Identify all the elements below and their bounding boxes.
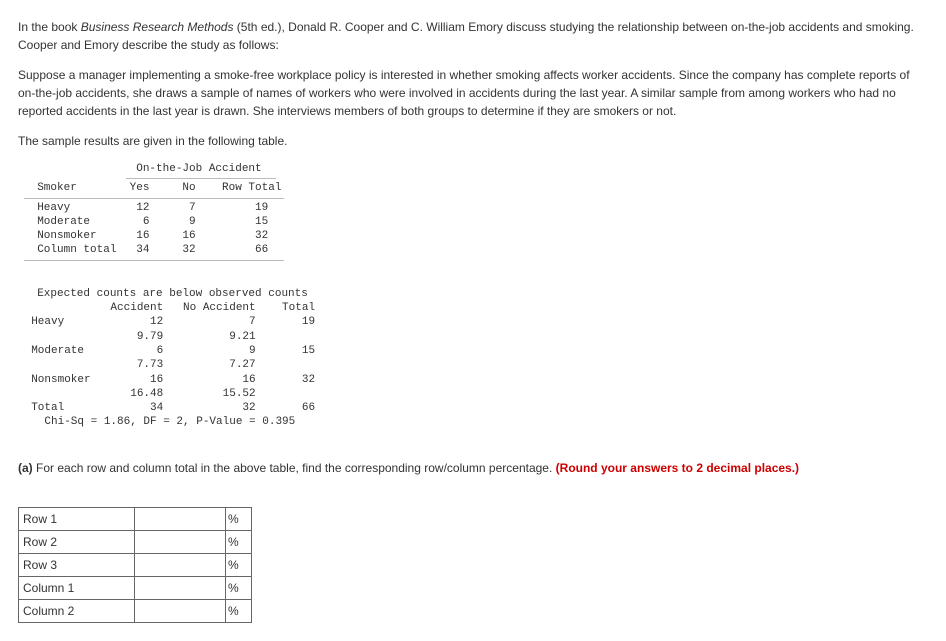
answer-table: Row 1 % Row 2 % Row 3 % Column 1 % Colum… [18,507,252,623]
table2-moderate-obs: Moderate 6 9 15 [18,344,928,358]
answer-column-2-unit: % [226,599,252,622]
table1-row-nonsmoker: Nonsmoker 16 16 32 [24,229,278,243]
table2-moderate-exp: 7.73 7.27 [18,358,928,372]
table2-line2: Accident No Accident Total [18,301,928,315]
table2-heavy-obs: Heavy 12 7 19 [18,315,928,329]
answer-row-2-label: Row 2 [19,530,135,553]
answer-row-1-unit: % [226,507,252,530]
intro-paragraph-3: The sample results are given in the foll… [18,132,928,150]
answer-row-2-unit: % [226,530,252,553]
answer-column-2-label: Column 2 [19,599,135,622]
answer-row-1-label: Row 1 [19,507,135,530]
answer-row-2: Row 2 % [19,530,252,553]
answer-row-1-input[interactable] [135,510,223,527]
answer-row-2-input[interactable] [135,533,223,550]
intro-paragraph-2: Suppose a manager implementing a smoke-f… [18,66,928,120]
answer-row-3-input[interactable] [135,556,223,573]
answer-column-2: Column 2 % [19,599,252,622]
table1-rule-top [126,178,276,179]
table2-line1: Expected counts are below observed count… [24,287,928,301]
table2-heavy-exp: 9.79 9.21 [18,330,928,344]
table1-cols: Smoker Yes No Row Total [24,181,278,195]
answer-row-3: Row 3 % [19,553,252,576]
book-title: Business Research Methods [81,20,234,34]
answer-row-3-label: Row 3 [19,553,135,576]
answer-row-1: Row 1 % [19,507,252,530]
table2-total: Total 34 32 66 [18,401,928,415]
table1-row-moderate: Moderate 6 9 15 [24,215,278,229]
intro-paragraph-1: In the book Business Research Methods (5… [18,18,928,54]
table2-nonsmoker-exp: 16.48 15.52 [18,387,928,401]
question-a: (a) For each row and column total in the… [18,460,928,477]
table2-chi-sq: Chi-Sq = 1.86, DF = 2, P-Value = 0.395 [18,415,928,429]
question-a-text: For each row and column total in the abo… [33,461,556,475]
question-a-hint: (Round your answers to 2 decimal places.… [556,461,799,475]
table1-rule-mid [24,198,284,199]
intro-p1a: In the book [18,20,81,34]
table1-super-header: On-the-Job Accident [24,162,278,176]
table1-rule-bottom [24,260,284,261]
table1-row-total: Column total 34 32 66 [24,243,278,257]
question-a-label: (a) [18,461,33,475]
answer-column-2-input[interactable] [135,602,223,619]
table2-nonsmoker-obs: Nonsmoker 16 16 32 [18,373,928,387]
answer-row-3-unit: % [226,553,252,576]
table1-row-heavy: Heavy 12 7 19 [24,201,278,215]
answer-column-1-input[interactable] [135,579,223,596]
